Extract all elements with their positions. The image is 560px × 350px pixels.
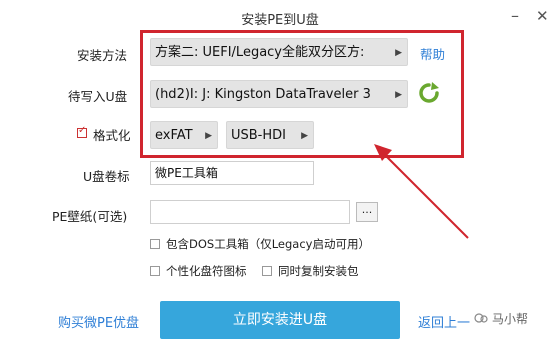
custom-icon-checkbox[interactable]: [150, 266, 160, 276]
window-title: 安装PE到U盘: [241, 13, 319, 28]
back-link[interactable]: 返回上一: [418, 312, 470, 331]
custom-icon-label[interactable]: 个性化盘符图标: [166, 263, 247, 279]
volume-label-label: U盘卷标: [83, 169, 130, 184]
dos-toolbox-label[interactable]: 包含DOS工具箱（仅Legacy启动可用）: [166, 236, 370, 252]
close-button[interactable]: ✕: [536, 6, 549, 26]
install-button[interactable]: 立即安装进U盘: [160, 301, 400, 339]
buy-usb-link[interactable]: 购买微PE优盘: [58, 312, 139, 331]
dos-toolbox-checkbox[interactable]: [150, 239, 160, 249]
watermark-text: 马小帮: [492, 312, 529, 326]
install-method-label: 安装方法: [77, 48, 128, 63]
wallpaper-input[interactable]: [150, 200, 350, 224]
highlight-annotation: [140, 30, 464, 158]
title-bar: 安装PE到U盘 – ✕: [0, 0, 560, 34]
browse-button[interactable]: ...: [356, 202, 378, 222]
minimize-button[interactable]: –: [511, 6, 519, 26]
wechat-icon: [474, 313, 488, 323]
wallpaper-label: PE壁纸(可选): [52, 209, 128, 224]
format-label[interactable]: 格式化: [93, 125, 131, 144]
copy-package-checkbox[interactable]: [262, 266, 272, 276]
copy-package-label[interactable]: 同时复制安装包: [278, 263, 359, 279]
format-checkbox[interactable]: [77, 125, 87, 138]
target-drive-label: 待写入U盘: [68, 89, 128, 104]
volume-label-input[interactable]: 微PE工具箱: [150, 161, 314, 185]
